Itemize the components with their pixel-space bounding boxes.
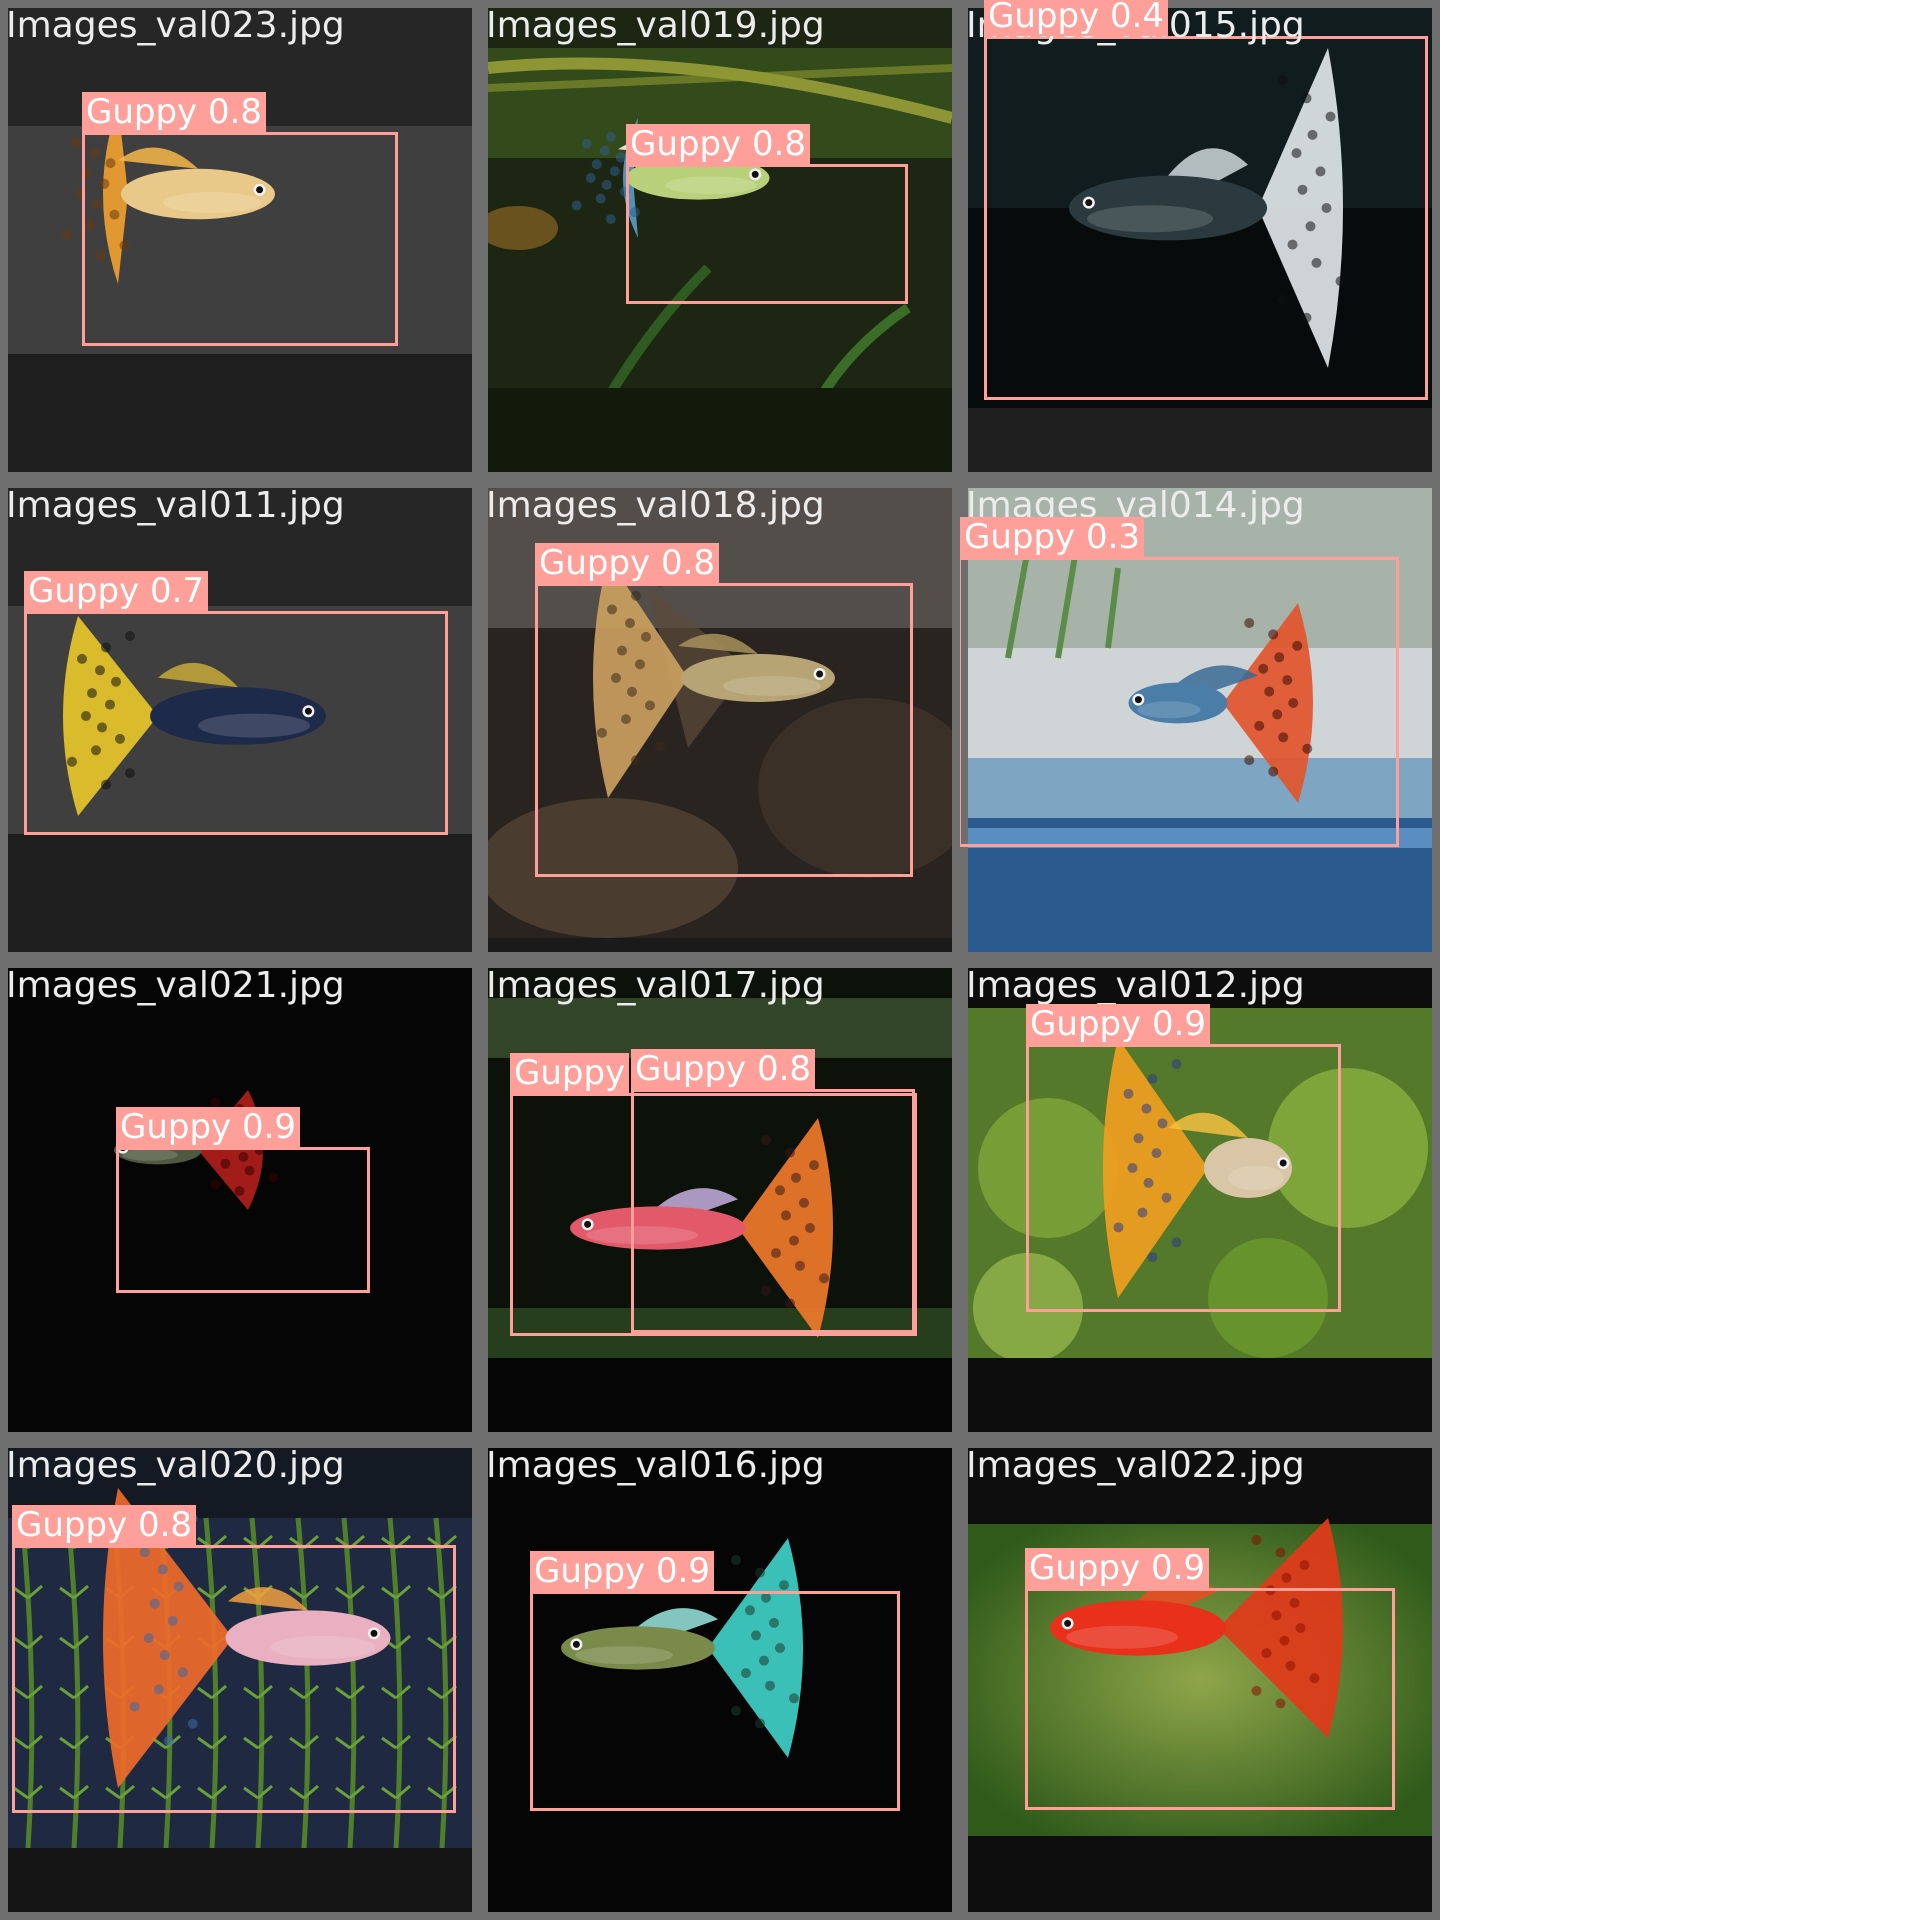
image-filename: Images_val017.jpg (486, 965, 825, 1006)
image-tile: Images_val018.jpg Guppy 0.8 (480, 480, 960, 960)
detection-box (530, 1591, 900, 1811)
image-filename: Images_val012.jpg (966, 965, 1305, 1006)
image-tile: Images_val020.jpg Guppy 0.8 (0, 1440, 480, 1920)
image-filename: Images_val019.jpg (486, 5, 825, 46)
image-filename: Images_val018.jpg (486, 485, 825, 526)
image-tile: Images_val021.jpg Guppy 0.9 (0, 960, 480, 1440)
detection-box (535, 583, 913, 877)
image-tile: Images_val017.jpg Guppy Guppy 0.8 (480, 960, 960, 1440)
image-filename: Images_val020.jpg (6, 1445, 345, 1486)
detection-box (116, 1147, 370, 1293)
image-tile: Images_val022.jpg Guppy 0.9 (960, 1440, 1440, 1920)
image-tile: Images_val014.jpg Guppy 0.3 (960, 480, 1440, 960)
image-tile: Images_val012.jpg Guppy 0.9 (960, 960, 1440, 1440)
image-tile: Images_val016.jpg Guppy 0.9 (480, 1440, 960, 1920)
image-filename: Images_val016.jpg (486, 1445, 825, 1486)
detection-label: Guppy (510, 1053, 630, 1093)
detection-box (626, 164, 908, 304)
detection-box (1026, 1044, 1341, 1312)
detection-box (24, 611, 448, 835)
detection-box (631, 1089, 915, 1333)
detection-box (82, 132, 398, 346)
image-tile: Images_val019.jpg Guppy 0.8 (480, 0, 960, 480)
detection-box (960, 557, 1399, 847)
image-filename: Images_val023.jpg (6, 5, 345, 46)
image-tile: Images_val011.jpg Guppy 0.7 (0, 480, 480, 960)
detection-label: Guppy 0.3 (960, 517, 1145, 557)
image-filename: Images_val021.jpg (6, 965, 345, 1006)
detection-box (984, 36, 1428, 400)
detection-label: Guppy 0.8 (626, 124, 811, 164)
detection-label: Guppy 0.8 (12, 1505, 197, 1545)
detection-box (1025, 1588, 1395, 1810)
image-tile: Images_val015.jpgGuppy 0.4 (960, 0, 1440, 480)
detection-box (12, 1545, 456, 1813)
detection-label: Guppy 0.9 (530, 1551, 715, 1591)
detection-label: Guppy 0.7 (24, 571, 209, 611)
mosaic-grid: Images_val023.jpg Guppy 0.8 Images_val019.… (0, 0, 1445, 1920)
detection-label: Guppy 0.8 (535, 543, 720, 583)
detection-label: Guppy 0.4 (984, 0, 1169, 36)
detection-label: Guppy 0.9 (116, 1107, 301, 1147)
detection-label: Guppy 0.8 (82, 92, 267, 132)
detection-label: Guppy 0.8 (631, 1049, 816, 1089)
image-filename: Images_val011.jpg (6, 485, 345, 526)
image-tile: Images_val023.jpg Guppy 0.8 (0, 0, 480, 480)
detection-label: Guppy 0.9 (1026, 1004, 1211, 1044)
detection-label: Guppy 0.9 (1025, 1548, 1210, 1588)
image-filename: Images_val022.jpg (966, 1445, 1305, 1486)
